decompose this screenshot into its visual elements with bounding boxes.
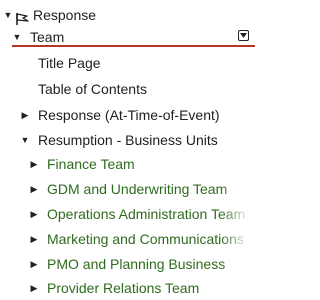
- tree-node-response-at-time-of-event[interactable]: ▶ Response (At-Time-of-Event): [0, 103, 255, 128]
- collapse-arrow-icon[interactable]: ▶: [29, 202, 39, 227]
- text-fade: [221, 252, 255, 277]
- tree-node-operations-administration-team[interactable]: ▶ Operations Administration Team: [0, 202, 255, 227]
- tree-node-provider-relations-team[interactable]: ▶ Provider Relations Team: [0, 276, 255, 300]
- tree-node-label: Table of Contents: [38, 81, 147, 97]
- tree-node-table-of-contents[interactable]: Table of Contents: [0, 77, 255, 102]
- tree-node-label: Marketing and Communications: [47, 231, 244, 247]
- tree-node-marketing-communications[interactable]: ▶ Marketing and Communications: [0, 227, 255, 252]
- flag-icon: [15, 9, 31, 25]
- collapse-arrow-icon[interactable]: ▶: [29, 227, 39, 252]
- text-fade: [221, 103, 255, 128]
- tree-node-label: GDM and Underwriting Team: [47, 181, 228, 197]
- tree-node-label: Operations Administration Team: [47, 206, 246, 222]
- tree-node-label: Provider Relations Team: [47, 280, 200, 296]
- expand-arrow-icon[interactable]: ▼: [20, 128, 30, 153]
- tree-node-label: Response (At-Time-of-Event): [38, 107, 220, 123]
- dropdown-menu-icon[interactable]: [238, 30, 249, 41]
- tree-node-label: Resumption - Business Units: [38, 132, 218, 148]
- collapse-arrow-icon[interactable]: ▶: [29, 152, 39, 177]
- tree-node-label: Finance Team: [47, 156, 135, 172]
- collapse-arrow-icon[interactable]: ▶: [29, 276, 39, 300]
- tree-node-finance-team[interactable]: ▶ Finance Team: [0, 152, 255, 177]
- tree-node-label: Title Page: [38, 55, 101, 71]
- tree-node-label: PMO and Planning Business: [47, 256, 226, 272]
- collapse-arrow-icon[interactable]: ▶: [20, 103, 30, 128]
- outline-tree: ▼ Response ▼ Team Title Page Table of Co…: [0, 0, 255, 300]
- tree-node-gdm-underwriting-team[interactable]: ▶ GDM and Underwriting Team: [0, 177, 255, 202]
- collapse-arrow-icon[interactable]: ▶: [29, 252, 39, 277]
- collapse-arrow-icon[interactable]: ▶: [29, 177, 39, 202]
- tree-node-pmo-planning-business[interactable]: ▶ PMO and Planning Business: [0, 252, 255, 277]
- tree-node-resumption-business-units[interactable]: ▼ Resumption - Business Units: [0, 128, 255, 153]
- text-fade: [221, 128, 255, 153]
- tree-node-title-page[interactable]: Title Page: [0, 51, 255, 76]
- selection-underline: [12, 45, 255, 47]
